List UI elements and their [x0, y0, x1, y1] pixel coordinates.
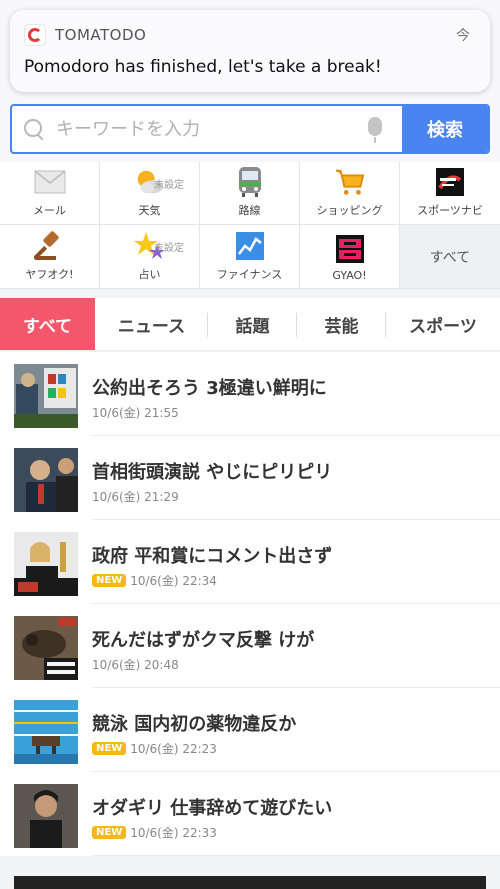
fortune-status: 未設定 — [154, 243, 184, 254]
service-gyao[interactable]: GYAO! — [300, 225, 400, 289]
new-badge: NEW — [92, 574, 127, 587]
tab-sports[interactable]: スポーツ — [386, 298, 500, 350]
shopping-cart-icon — [334, 166, 366, 198]
news-item[interactable]: オダギリ 仕事辞めて遊びたい NEW 10/6(金) 22:33 — [0, 772, 500, 856]
search-input[interactable] — [56, 115, 356, 143]
news-thumbnail — [14, 700, 78, 764]
tab-all[interactable]: すべて — [0, 298, 95, 350]
news-thumbnail — [14, 364, 78, 428]
news-date: 10/6(金) 22:34 — [130, 574, 217, 588]
service-sportsnavi[interactable]: スポーツナビ — [400, 162, 500, 225]
news-meta: 10/6(金) 20:48 — [92, 656, 179, 673]
tomatodo-app-icon — [24, 24, 46, 46]
news-meta: NEW 10/6(金) 22:34 — [92, 572, 217, 589]
news-title: 死んだはずがクマ反撃 けが — [92, 630, 315, 651]
news-date: 10/6(金) 21:55 — [92, 406, 179, 420]
news-meta: NEW 10/6(金) 22:33 — [92, 824, 217, 841]
news-meta: 10/6(金) 21:55 — [92, 404, 179, 421]
news-item[interactable]: 政府 平和賞にコメント出さず NEW 10/6(金) 22:34 — [0, 520, 500, 604]
news-title: 政府 平和賞にコメント出さず — [92, 546, 333, 567]
news-date: 10/6(金) 20:48 — [92, 658, 179, 672]
notification-banner[interactable]: TOMATODO 今 Pomodoro has finished, let's … — [10, 10, 490, 92]
service-label: ファイナンス — [216, 268, 283, 281]
news-item[interactable]: 競泳 国内初の薬物違反か NEW 10/6(金) 22:23 — [0, 688, 500, 772]
services-grid: メール 未設定 天気 路線 ショッピング スポーツナビ ヤフオク! 未設定 占い… — [0, 162, 500, 289]
next-item-image-strip — [14, 876, 486, 889]
notification-app: TOMATODO — [24, 24, 146, 46]
news-list: 公約出そろう 3極違い鮮明に 10/6(金) 21:55 首相街頭演説 やじにピ… — [0, 352, 500, 856]
tab-topics[interactable]: 話題 — [208, 298, 297, 350]
auction-gavel-icon — [33, 230, 66, 262]
news-item[interactable]: 死んだはずがクマ反撃 けが 10/6(金) 20:48 — [0, 604, 500, 688]
service-fortune[interactable]: 未設定 占い — [100, 225, 200, 289]
tab-news[interactable]: ニュース — [95, 298, 208, 350]
service-mail[interactable]: メール — [0, 162, 100, 225]
news-item[interactable]: 首相街頭演説 やじにピリピリ 10/6(金) 21:29 — [0, 436, 500, 520]
mail-icon — [34, 166, 66, 198]
weather-status: 未設定 — [154, 180, 184, 191]
news-date: 10/6(金) 21:29 — [92, 490, 179, 504]
service-finance[interactable]: ファイナンス — [200, 225, 300, 289]
service-weather[interactable]: 未設定 天気 — [100, 162, 200, 225]
news-meta: NEW 10/6(金) 22:23 — [92, 740, 217, 757]
category-tabs: すべて ニュース 話題 芸能 スポーツ — [0, 298, 500, 351]
sportsnavi-icon — [434, 166, 466, 198]
news-title: 競泳 国内初の薬物違反か — [92, 714, 297, 735]
service-label: 路線 — [238, 204, 261, 217]
notification-message: Pomodoro has finished, let's take a brea… — [24, 57, 382, 77]
service-auction[interactable]: ヤフオク! — [0, 225, 100, 289]
news-meta: 10/6(金) 21:29 — [92, 488, 179, 505]
service-label: メール — [33, 204, 66, 217]
service-label: すべて — [429, 249, 471, 266]
new-badge: NEW — [92, 742, 127, 755]
finance-chart-icon — [234, 230, 266, 262]
notification-app-name: TOMATODO — [55, 26, 147, 44]
service-label: スポーツナビ — [417, 204, 483, 217]
news-thumbnail — [14, 448, 78, 512]
news-thumbnail — [14, 616, 78, 680]
tab-entertainment[interactable]: 芸能 — [297, 298, 386, 350]
service-shopping[interactable]: ショッピング — [300, 162, 400, 225]
news-title: オダギリ 仕事辞めて遊びたい — [92, 798, 333, 819]
tab-label: 芸能 — [324, 316, 359, 337]
service-train[interactable]: 路線 — [200, 162, 300, 225]
news-title: 首相街頭演説 やじにピリピリ — [92, 462, 333, 483]
service-label: GYAO! — [332, 269, 367, 282]
train-icon — [234, 166, 266, 198]
service-label: ショッピング — [316, 204, 383, 217]
news-title: 公約出そろう 3極違い鮮明に — [92, 378, 327, 399]
microphone-icon[interactable] — [368, 117, 382, 143]
tab-label: スポーツ — [409, 316, 477, 337]
notification-time: 今 — [456, 28, 470, 44]
news-item[interactable]: 公約出そろう 3極違い鮮明に 10/6(金) 21:55 — [0, 352, 500, 436]
search-button[interactable]: 検索 — [402, 106, 488, 152]
new-badge: NEW — [92, 826, 127, 839]
search-bar: 検索 — [10, 104, 490, 154]
news-date: 10/6(金) 22:33 — [130, 826, 217, 840]
news-thumbnail — [14, 784, 78, 848]
news-thumbnail — [14, 532, 78, 596]
tab-label: ニュース — [117, 316, 186, 337]
tab-label: すべて — [22, 316, 73, 337]
gyao-icon — [334, 233, 366, 265]
service-label: ヤフオク! — [25, 268, 74, 281]
news-date: 10/6(金) 22:23 — [130, 742, 217, 756]
service-label: 占い — [138, 268, 161, 281]
service-label: 天気 — [138, 204, 161, 217]
service-all-button[interactable]: すべて — [400, 225, 500, 289]
search-icon — [24, 119, 44, 139]
tab-label: 話題 — [235, 316, 270, 337]
